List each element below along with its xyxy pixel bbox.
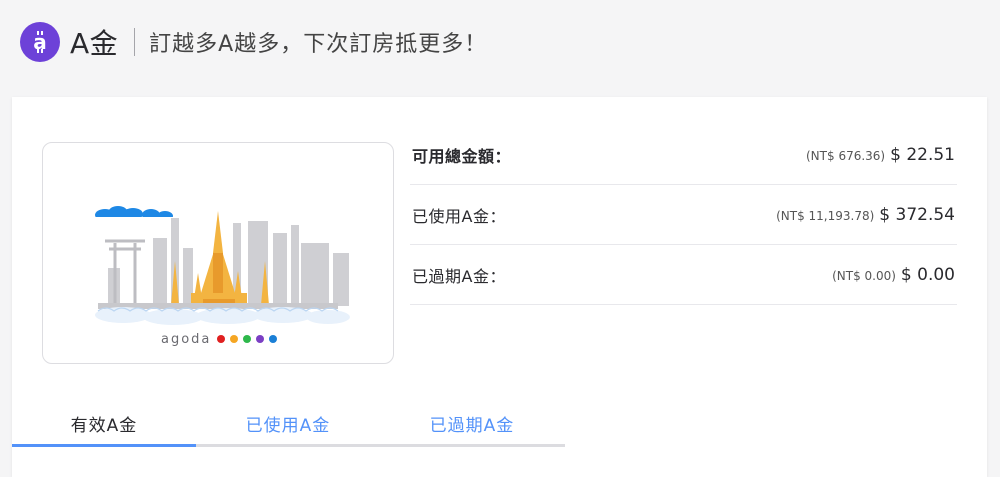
brand-dot-purple — [255, 335, 264, 343]
row-local-amount: (NT$ 676.36) — [806, 148, 886, 163]
rewards-tabs: 有效A金 已使用A金 已過期A金 — [12, 402, 565, 447]
rewards-card: agoda 可用總金額： (NT$ 676.36) $ 22.51 已使用A金：… — [12, 97, 987, 477]
row-value: (NT$ 676.36) $ 22.51 — [806, 145, 955, 165]
brand-dot-orange — [229, 335, 238, 343]
row-amount: $ 0.00 — [900, 264, 955, 285]
header-slogan: 訂越多A越多，下次訂房抵更多！ — [149, 32, 488, 57]
header-divider — [134, 28, 136, 56]
row-value: (NT$ 0.00) $ 0.00 — [832, 265, 955, 285]
page-title: A金 — [70, 27, 119, 60]
brand-dot-blue — [268, 335, 277, 343]
balance-summary: 可用總金額： (NT$ 676.36) $ 22.51 已使用A金： (NT$ … — [410, 125, 957, 305]
row-value: (NT$ 11,193.78) $ 372.54 — [776, 205, 955, 225]
page-header: a A金 訂越多A越多，下次訂房抵更多！ — [20, 22, 487, 62]
row-local-amount: (NT$ 0.00) — [832, 268, 896, 283]
row-label: 可用總金額： — [412, 146, 512, 166]
row-local-amount: (NT$ 11,193.78) — [776, 208, 875, 223]
svg-text:a: a — [33, 30, 47, 54]
brand-name: agoda — [161, 331, 212, 347]
tab-expired[interactable]: 已過期A金 — [380, 402, 564, 444]
coin-icon: a — [20, 22, 60, 62]
used-total-row: 已使用A金： (NT$ 11,193.78) $ 372.54 — [410, 185, 957, 245]
row-amount: $ 22.51 — [890, 144, 955, 165]
row-label: 已過期A金： — [412, 266, 506, 286]
available-total-row: 可用總金額： (NT$ 676.36) $ 22.51 — [410, 125, 957, 185]
brand-dot-green — [242, 335, 251, 343]
expired-total-row: 已過期A金： (NT$ 0.00) $ 0.00 — [410, 245, 957, 305]
agoda-logo: agoda — [161, 329, 279, 349]
row-label: 已使用A金： — [412, 206, 506, 226]
card-illustration: agoda — [42, 142, 394, 364]
tab-used[interactable]: 已使用A金 — [196, 402, 380, 444]
tab-valid[interactable]: 有效A金 — [12, 402, 196, 447]
brand-dot-red — [216, 335, 225, 343]
row-amount: $ 372.54 — [879, 204, 955, 225]
